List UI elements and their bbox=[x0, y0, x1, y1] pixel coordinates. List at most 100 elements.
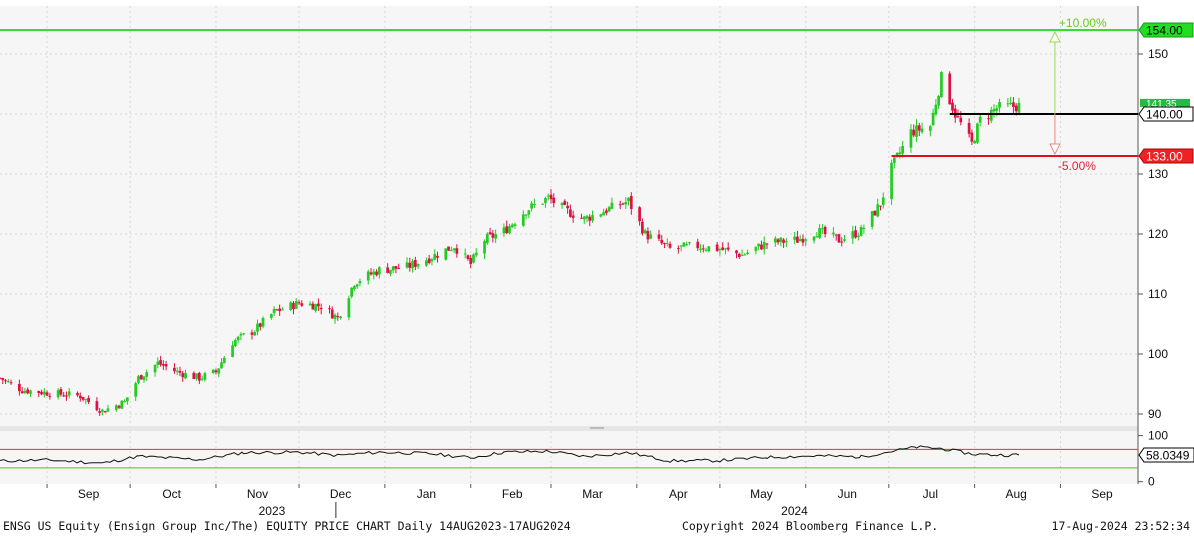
x-tick-label: Jan bbox=[417, 487, 436, 501]
rsi-value-label: 58.0349 bbox=[1146, 448, 1190, 462]
candle-body bbox=[233, 340, 237, 347]
candle-body bbox=[333, 314, 337, 319]
price-chart: Sep Oct Nov Dec Jan Feb Mar Apr May Jun Jul Aug Sep 2… bbox=[0, 6, 1194, 518]
candle-body bbox=[992, 109, 996, 112]
candle-body bbox=[610, 202, 614, 209]
candle-body bbox=[355, 284, 359, 287]
candle-body bbox=[591, 215, 594, 221]
candle-body bbox=[139, 375, 143, 380]
candle-body bbox=[366, 271, 370, 281]
candle-body bbox=[42, 391, 46, 395]
x-tick-label: Dec bbox=[330, 487, 351, 501]
candle-body bbox=[607, 207, 611, 212]
y-tick-label: 100 bbox=[1148, 347, 1168, 361]
candle-body bbox=[890, 162, 893, 200]
candle-body bbox=[679, 245, 683, 247]
x-tick-label: May bbox=[750, 487, 773, 501]
candle-body bbox=[253, 332, 257, 336]
candle-body bbox=[26, 389, 30, 394]
candle-body bbox=[330, 309, 334, 319]
candle-body bbox=[485, 234, 489, 244]
candle-body bbox=[823, 226, 827, 234]
candle-body bbox=[455, 248, 459, 254]
footer-security-info: ENSG US Equity (Ensign Group Inc/The) EQ… bbox=[3, 519, 571, 533]
candle-body bbox=[142, 376, 146, 380]
candle-body bbox=[483, 241, 486, 254]
candle-body bbox=[369, 272, 373, 275]
candle-body bbox=[505, 226, 509, 234]
candle-body bbox=[959, 117, 963, 123]
candle-body bbox=[106, 408, 110, 412]
candle-body bbox=[920, 128, 924, 133]
candle-body bbox=[881, 197, 885, 205]
candle-body bbox=[901, 145, 905, 154]
candle-body bbox=[701, 248, 705, 250]
candle-body bbox=[1017, 102, 1021, 113]
candle-body bbox=[934, 104, 938, 115]
candle-body bbox=[754, 246, 758, 251]
candle-body bbox=[685, 244, 689, 246]
candle-body bbox=[67, 391, 71, 396]
candle-body bbox=[757, 243, 761, 247]
candle-body bbox=[447, 246, 450, 251]
x-tick-label: Nov bbox=[247, 487, 268, 501]
candle-body bbox=[508, 226, 511, 234]
candle-body bbox=[641, 221, 644, 234]
candle-body bbox=[948, 73, 952, 105]
candle-body bbox=[294, 301, 298, 309]
candle-body bbox=[466, 255, 470, 259]
candle-body bbox=[546, 195, 550, 197]
year-label: 2023 bbox=[259, 504, 286, 518]
candle-body bbox=[987, 118, 990, 120]
candle-body bbox=[688, 242, 691, 244]
candle-body bbox=[851, 231, 855, 239]
candle-body bbox=[735, 250, 738, 254]
candle-body bbox=[358, 281, 362, 284]
candle-body bbox=[582, 216, 586, 220]
year-label: 2024 bbox=[781, 504, 808, 518]
candle-body bbox=[164, 364, 168, 367]
candle-body bbox=[0, 377, 2, 379]
candle-body bbox=[657, 234, 661, 239]
candle-body bbox=[624, 202, 628, 205]
candle-body bbox=[646, 231, 650, 240]
x-tick-label: Feb bbox=[502, 487, 523, 501]
rsi-y-tick-label: 0 bbox=[1148, 475, 1155, 489]
candle-body bbox=[200, 378, 204, 380]
candle-body bbox=[677, 248, 680, 250]
candle-body bbox=[474, 252, 478, 256]
candle-body bbox=[726, 247, 730, 250]
candle-body bbox=[117, 405, 121, 408]
candle-body bbox=[430, 259, 434, 262]
candle-body bbox=[840, 241, 844, 243]
candle-body bbox=[812, 236, 816, 241]
candle-body bbox=[45, 392, 49, 396]
candle-body bbox=[585, 216, 589, 219]
candle-body bbox=[59, 389, 63, 395]
candle-body bbox=[533, 204, 536, 206]
price-panel bbox=[0, 6, 1138, 426]
candle-body bbox=[718, 249, 722, 251]
candle-body bbox=[488, 232, 492, 235]
candle-body bbox=[394, 266, 398, 269]
candle-body bbox=[81, 396, 85, 400]
candle-body bbox=[214, 370, 218, 373]
candle-body bbox=[541, 203, 545, 205]
candle-body bbox=[818, 228, 821, 238]
candle-body bbox=[40, 391, 43, 395]
candle-body bbox=[65, 395, 68, 397]
candle-body bbox=[256, 323, 259, 332]
divider-grip bbox=[590, 427, 604, 429]
rsi-panel bbox=[0, 431, 1138, 484]
candle-body bbox=[463, 253, 467, 255]
x-tick-label: Jul bbox=[923, 487, 938, 501]
candle-body bbox=[784, 241, 788, 243]
footer-copyright: Copyright 2024 Bloomberg Finance L.P. bbox=[682, 519, 939, 533]
candle-body bbox=[602, 212, 605, 216]
candle-body bbox=[203, 373, 207, 380]
x-tick-label: Jun bbox=[838, 487, 857, 501]
candle-body bbox=[563, 200, 567, 205]
candle-body bbox=[314, 304, 318, 311]
candle-body bbox=[629, 196, 633, 209]
candle-body bbox=[192, 372, 196, 379]
